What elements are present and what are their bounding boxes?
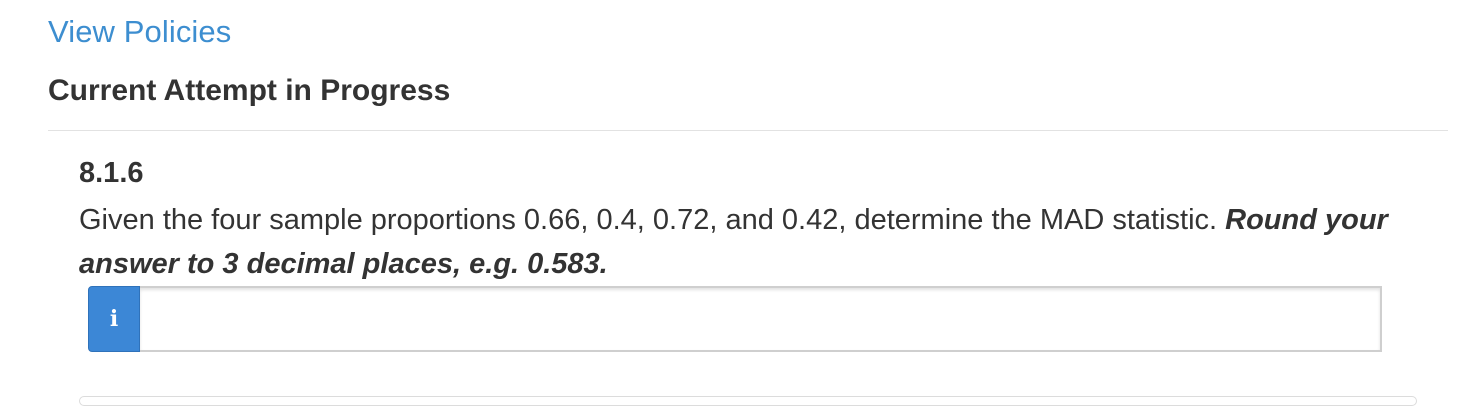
attempt-heading: Current Attempt in Progress [48, 74, 451, 107]
question-number: 8.1.6 [79, 157, 144, 189]
question-prompt: Given the four sample proportions 0.66, … [79, 204, 1226, 236]
next-section-edge [79, 396, 1417, 406]
info-button[interactable]: i [88, 286, 140, 352]
info-icon: i [109, 306, 119, 332]
answer-row: i [88, 286, 1382, 352]
answer-input[interactable] [140, 286, 1382, 352]
question-text: Given the four sample proportions 0.66, … [79, 198, 1419, 286]
view-policies-link[interactable]: View Policies [48, 14, 231, 50]
header-divider [48, 130, 1448, 131]
question-block: 8.1.6 Given the four sample proportions … [79, 154, 1419, 286]
